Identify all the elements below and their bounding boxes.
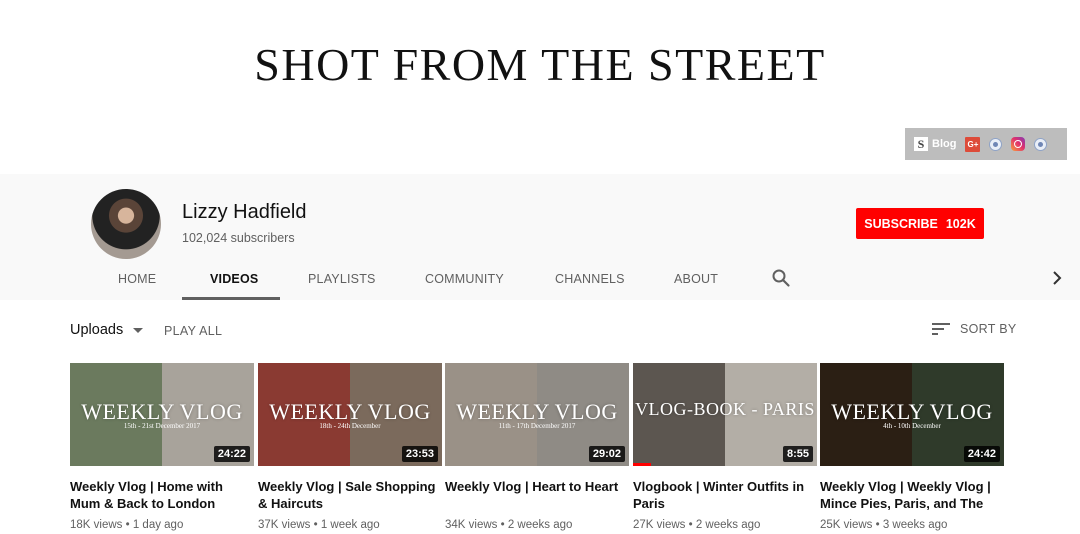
channel-banner: SHOT FROM THE STREET S Blog G+ (0, 0, 1080, 174)
video-meta: 25K views • 3 weeks ago (820, 519, 948, 531)
subscribe-label: SUBSCRIBE (864, 216, 938, 231)
globe-link-icon[interactable] (989, 137, 1003, 151)
blog-link-label: Blog (932, 138, 957, 150)
duration-badge: 8:55 (782, 446, 813, 462)
duration-badge: 29:02 (588, 446, 625, 462)
banner-links: S Blog G+ (905, 128, 1067, 160)
tab-about[interactable]: ABOUT (674, 272, 718, 286)
tab-community[interactable]: COMMUNITY (425, 272, 504, 286)
globe-link-icon-2[interactable] (1034, 137, 1048, 151)
video-meta: 18K views • 1 day ago (70, 519, 184, 531)
uploads-label: Uploads (70, 322, 124, 338)
channel-tabs: HOME VIDEOS PLAYLISTS COMMUNITY CHANNELS… (0, 262, 1080, 300)
tab-playlists[interactable]: PLAYLISTS (308, 272, 376, 286)
search-icon[interactable] (771, 268, 791, 288)
sort-by-label: SORT BY (960, 322, 1017, 336)
sort-icon (932, 323, 950, 335)
active-tab-indicator (182, 297, 280, 300)
channel-header: Lizzy Hadfield 102,024 subscribers SUBSC… (0, 174, 1080, 300)
tab-home[interactable]: HOME (118, 272, 156, 286)
thumbnail-overlay-subtitle: 18th - 24th December (319, 422, 381, 430)
video-card[interactable]: VLOG-BOOK - PARIS 8:55 Vlogbook | Winter… (633, 363, 817, 531)
sort-by-button[interactable]: SORT BY (932, 322, 1017, 336)
video-card[interactable]: WEEKLY VLOG 4th - 10th December 24:42 We… (820, 363, 1004, 531)
thumbnail-overlay-title: VLOG-BOOK - PARIS (635, 399, 815, 419)
thumbnail-overlay-subtitle: 15th - 21st December 2017 (123, 422, 201, 430)
chevron-right-icon[interactable] (1049, 270, 1065, 286)
watch-progress-bar (633, 463, 652, 466)
duration-badge: 23:53 (401, 446, 438, 462)
video-thumbnail[interactable]: WEEKLY VLOG 11th - 17th December 2017 29… (445, 363, 629, 466)
video-title[interactable]: Weekly Vlog | Heart to Heart (445, 478, 629, 512)
thumbnail-overlay-subtitle: 4th - 10th December (883, 422, 941, 430)
banner-title: SHOT FROM THE STREET (254, 39, 826, 90)
video-title[interactable]: Weekly Vlog | Weekly Vlog | Mince Pies, … (820, 478, 1004, 512)
duration-badge: 24:22 (213, 446, 250, 462)
video-thumbnail[interactable]: WEEKLY VLOG 18th - 24th December 23:53 (258, 363, 442, 466)
subscribe-button[interactable]: SUBSCRIBE 102K (856, 208, 984, 239)
blog-link[interactable]: S Blog (914, 137, 956, 151)
google-plus-icon[interactable]: G+ (965, 136, 981, 152)
channel-name: Lizzy Hadfield (182, 201, 307, 223)
blog-logo-icon: S (914, 137, 928, 151)
subscribe-count: 102K (945, 216, 976, 231)
instagram-icon[interactable] (1011, 137, 1026, 151)
video-title[interactable]: Weekly Vlog | Sale Shopping & Haircuts (258, 478, 442, 512)
video-title[interactable]: Vlogbook | Winter Outfits in Paris (633, 478, 817, 512)
video-thumbnail[interactable]: WEEKLY VLOG 15th - 21st December 2017 24… (70, 363, 254, 466)
video-thumbnail[interactable]: WEEKLY VLOG 4th - 10th December 24:42 (820, 363, 1004, 466)
subscriber-count: 102,024 subscribers (182, 231, 295, 245)
video-meta: 27K views • 2 weeks ago (633, 519, 761, 531)
video-meta: 37K views • 1 week ago (258, 519, 380, 531)
video-card[interactable]: WEEKLY VLOG 15th - 21st December 2017 24… (70, 363, 254, 531)
duration-badge: 24:42 (963, 446, 1000, 462)
avatar[interactable] (91, 189, 161, 259)
video-thumbnail[interactable]: VLOG-BOOK - PARIS 8:55 (633, 363, 817, 466)
video-title[interactable]: Weekly Vlog | Home with Mum & Back to Lo… (70, 478, 254, 512)
caret-down-icon (133, 327, 144, 333)
video-card[interactable]: WEEKLY VLOG 18th - 24th December 23:53 W… (258, 363, 442, 531)
video-card[interactable]: WEEKLY VLOG 11th - 17th December 2017 29… (445, 363, 629, 531)
thumbnail-overlay-subtitle: 11th - 17th December 2017 (498, 422, 576, 430)
video-meta: 34K views • 2 weeks ago (445, 519, 573, 531)
tab-videos[interactable]: VIDEOS (210, 272, 258, 286)
uploads-dropdown[interactable]: Uploads (70, 322, 144, 338)
tab-channels[interactable]: CHANNELS (555, 272, 625, 286)
play-all-button[interactable]: PLAY ALL (164, 324, 222, 338)
